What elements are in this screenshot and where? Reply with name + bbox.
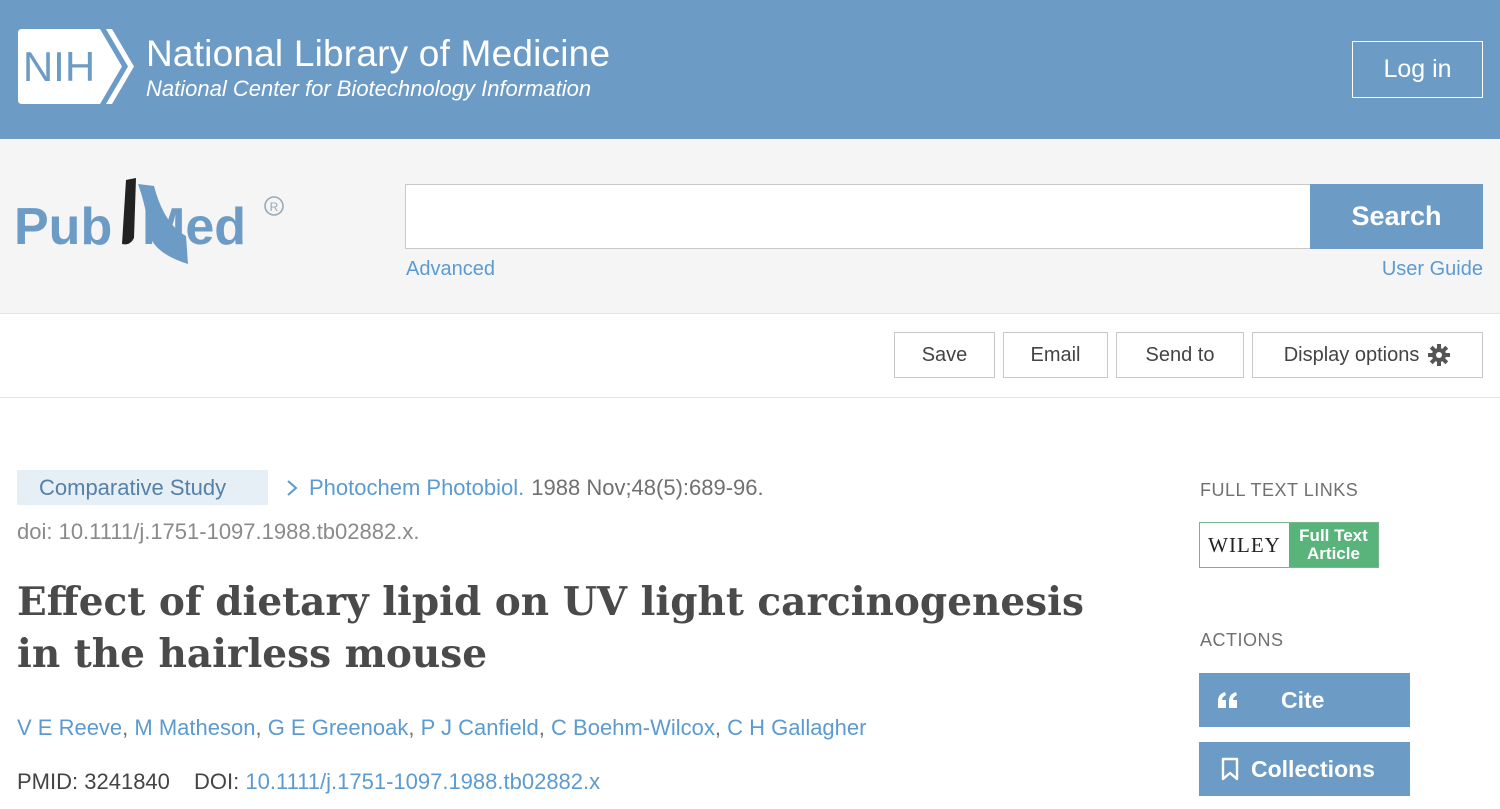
svg-text:R: R — [270, 200, 279, 214]
author-link[interactable]: P J Canfield — [421, 715, 539, 740]
full-text-links-heading: FULL TEXT LINKS — [1200, 480, 1359, 500]
author-link[interactable]: M Matheson — [134, 715, 255, 740]
email-button[interactable]: Email — [1003, 332, 1108, 378]
full-text-article-label: Full Text Article — [1289, 523, 1378, 567]
author-link[interactable]: G E Greenoak — [268, 715, 409, 740]
collections-button[interactable]: Collections — [1199, 742, 1410, 796]
quote-icon — [1218, 692, 1237, 708]
author-list: V E Reeve, M Matheson, G E Greenoak, P J… — [17, 715, 867, 740]
wiley-full-text-link[interactable]: WILEY Full Text Article — [1199, 522, 1379, 568]
pubmed-logo-text-right: Med — [142, 198, 246, 256]
gear-icon — [1428, 344, 1451, 366]
publication-type-badge: Comparative Study — [17, 470, 268, 505]
wiley-logo: WILEY — [1200, 523, 1289, 567]
doi-link[interactable]: 10.1111/j.1751-1097.1988.tb02882.x — [245, 769, 600, 794]
author-link[interactable]: V E Reeve — [17, 715, 122, 740]
nih-logo-text: NIH — [23, 43, 95, 90]
search-input[interactable] — [405, 184, 1311, 249]
doi-line: doi: 10.1111/j.1751-1097.1988.tb02882.x. — [17, 519, 420, 544]
pmid-label: PMID: — [17, 769, 79, 794]
cite-button[interactable]: Cite — [1199, 673, 1410, 727]
save-button[interactable]: Save — [894, 332, 995, 378]
bookmark-icon — [1221, 757, 1239, 781]
pubmed-logo-text-left: Pub — [14, 198, 112, 256]
login-button[interactable]: Log in — [1352, 41, 1483, 98]
full-text-line1: Full Text — [1299, 526, 1368, 545]
advanced-search-link[interactable]: Advanced — [406, 258, 495, 281]
cite-label: Cite — [1281, 686, 1325, 713]
send-to-button[interactable]: Send to — [1116, 332, 1244, 378]
article-title: Effect of dietary lipid on UV light carc… — [17, 579, 1084, 677]
chevron-right-icon — [287, 480, 298, 496]
nih-subtitle[interactable]: National Center for Biotechnology Inform… — [146, 76, 591, 102]
pmid-value: 3241840 — [84, 769, 170, 794]
display-options-label: Display options — [1283, 343, 1420, 366]
user-guide-link[interactable]: User Guide — [1382, 258, 1483, 281]
actions-heading: ACTIONS — [1200, 630, 1284, 650]
identifiers: PMID: 3241840 DOI: 10.1111/j.1751-1097.1… — [17, 769, 600, 795]
journal-link[interactable]: Photochem Photobiol. — [309, 475, 524, 501]
search-button[interactable]: Search — [1310, 184, 1483, 249]
author-link[interactable]: C Boehm-Wilcox — [551, 715, 715, 740]
author-link[interactable]: C H Gallagher — [727, 715, 866, 740]
display-options-button[interactable]: Display options — [1252, 332, 1483, 378]
collections-label: Collections — [1251, 755, 1375, 782]
full-text-line2: Article — [1307, 544, 1360, 563]
nih-logo[interactable]: NIH — [18, 29, 134, 104]
journal-citation: Photochem Photobiol. 1988 Nov;48(5):689-… — [285, 475, 764, 501]
citation-details: 1988 Nov;48(5):689-96. — [531, 475, 764, 500]
pubmed-logo[interactable]: Pub Med R — [14, 176, 288, 270]
nih-title[interactable]: National Library of Medicine — [146, 34, 610, 74]
doi-label: DOI: — [194, 769, 240, 794]
